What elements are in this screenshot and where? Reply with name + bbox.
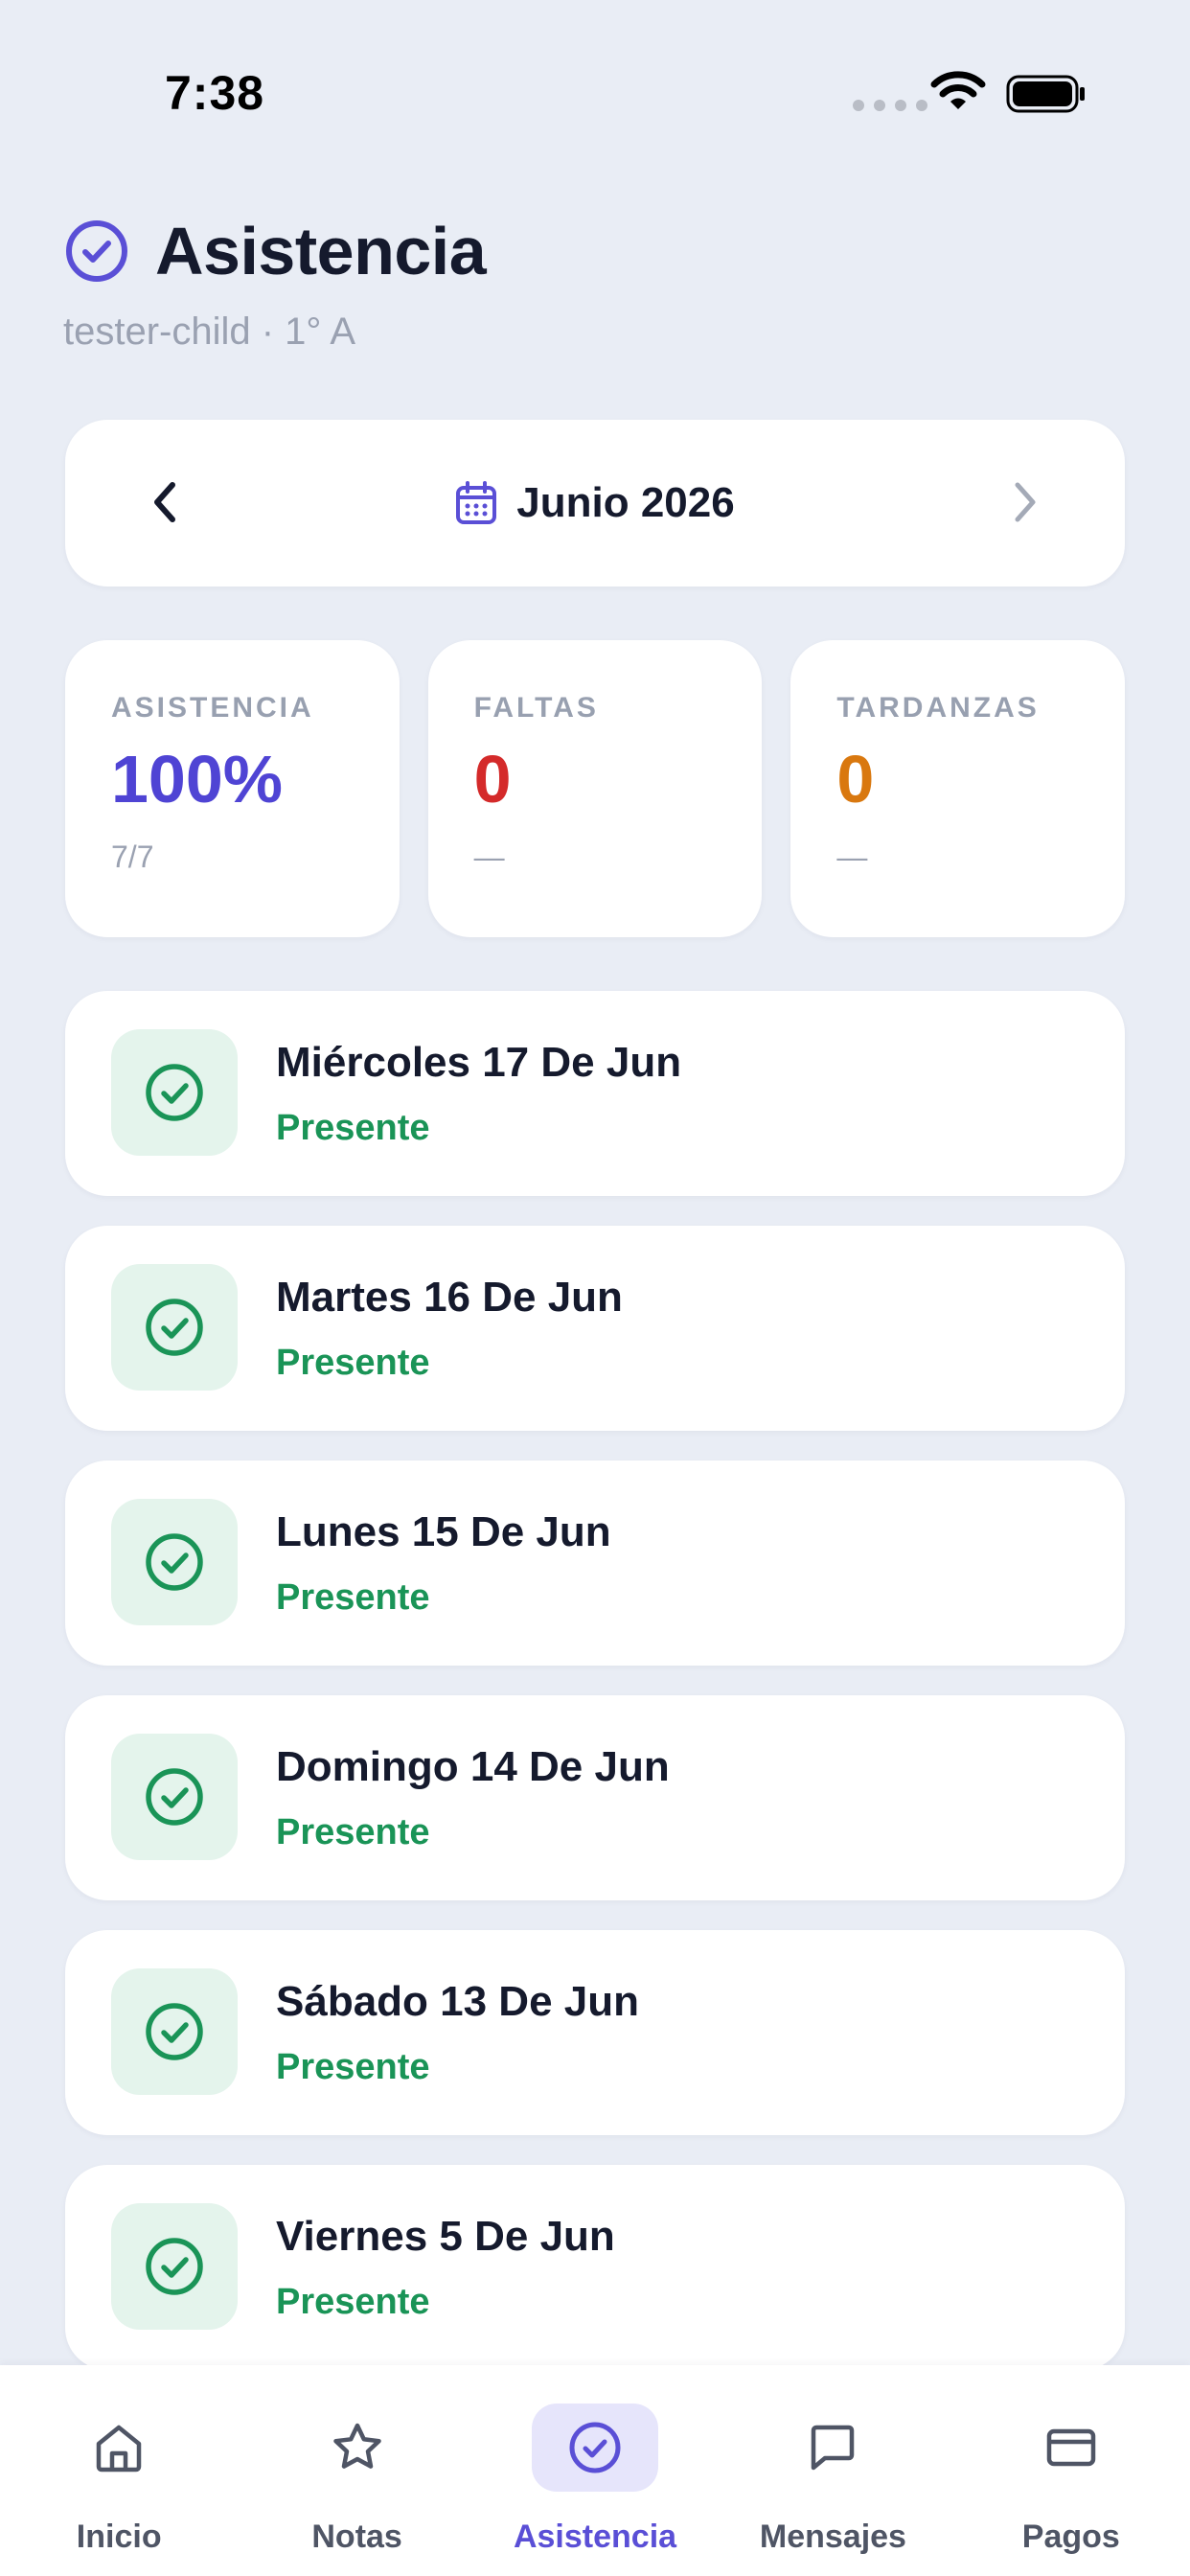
signal-icon (853, 100, 927, 111)
page-header: Asistencia tester-child · 1° A (63, 213, 1127, 354)
attendance-date: Miércoles 17 De Jun (276, 1039, 682, 1086)
home-icon (96, 2425, 142, 2472)
message-icon (812, 2425, 855, 2471)
tab-label: Notas (311, 2518, 402, 2555)
attendance-item[interactable]: Martes 16 De Jun Presente (65, 1226, 1125, 1431)
present-badge (111, 1499, 238, 1625)
month-selector: Junio 2026 (65, 420, 1125, 586)
tab-icon (769, 2404, 896, 2492)
attendance-status: Presente (276, 1812, 430, 1852)
stat-sub: 7/7 (111, 840, 154, 874)
previous-month-button[interactable] (126, 464, 203, 540)
attendance-status: Presente (276, 1577, 430, 1618)
tab-label: Asistencia (513, 2518, 677, 2555)
check-circle-icon (146, 1299, 203, 1356)
status-bar: 7:38 (0, 0, 1190, 144)
present-badge (111, 2203, 238, 2330)
page-subtitle: tester-child · 1° A (63, 310, 355, 353)
tab-mensajes[interactable]: Mensajes (714, 2365, 951, 2576)
check-circle-icon (569, 2422, 621, 2473)
attendance-list: Miércoles 17 De Jun Presente Martes 16 D… (65, 991, 1125, 2400)
stat-sub: — (836, 840, 868, 874)
tab-bar: Inicio Notas Asistencia Mensajes Pagos (0, 2365, 1190, 2576)
attendance-item[interactable]: Miércoles 17 De Jun Presente (65, 991, 1125, 1196)
attendance-status: Presente (276, 1108, 430, 1148)
attendance-item[interactable]: Domingo 14 De Jun Presente (65, 1695, 1125, 1900)
tab-label: Mensajes (759, 2518, 906, 2555)
present-badge (111, 1029, 238, 1156)
stat-card-attendance: ASISTENCIA 100% 7/7 (65, 640, 400, 937)
tab-icon (56, 2404, 182, 2492)
check-circle-icon (146, 2238, 203, 2295)
stats-row: ASISTENCIA 100% 7/7 FALTAS 0 — TARDANZAS… (65, 640, 1126, 937)
stat-label: TARDANZAS (836, 692, 1040, 724)
check-circle-icon (146, 1768, 203, 1826)
star-icon (332, 2423, 381, 2469)
present-badge (111, 1968, 238, 2095)
present-badge (111, 1734, 238, 1860)
stat-label: FALTAS (473, 692, 599, 724)
stat-value: 0 (836, 742, 875, 816)
chevron-right-icon (1015, 482, 1036, 522)
stat-label: ASISTENCIA (111, 692, 314, 724)
next-month-button[interactable] (987, 464, 1064, 540)
stat-card-absences: FALTAS 0 — (427, 640, 763, 937)
tab-icon (294, 2404, 421, 2492)
present-badge (111, 1264, 238, 1391)
month-label: Junio 2026 (516, 479, 735, 526)
stat-value: 100% (111, 742, 284, 816)
stat-card-tardies: TARDANZAS 0 — (790, 640, 1126, 937)
status-time: 7:38 (165, 66, 265, 120)
check-circle-icon (146, 1533, 203, 1591)
title-row: Asistencia (63, 213, 1127, 289)
tab-pagos[interactable]: Pagos (952, 2365, 1190, 2576)
attendance-date: Sábado 13 De Jun (276, 1978, 640, 2025)
check-circle-icon (146, 1064, 203, 1121)
attendance-status: Presente (276, 2282, 430, 2322)
check-circle-icon (146, 2003, 203, 2060)
tab-notas[interactable]: Notas (238, 2365, 475, 2576)
tab-asistencia[interactable]: Asistencia (476, 2365, 714, 2576)
chevron-left-icon (154, 482, 175, 522)
tab-inicio[interactable]: Inicio (0, 2365, 238, 2576)
page-title: Asistencia (155, 214, 487, 288)
tab-label: Pagos (1021, 2518, 1120, 2555)
calendar-icon (456, 481, 497, 524)
stat-sub: — (473, 840, 505, 874)
attendance-date: Lunes 15 De Jun (276, 1508, 611, 1555)
attendance-status: Presente (276, 1343, 430, 1383)
stat-value: 0 (473, 742, 512, 816)
wifi-icon (930, 71, 986, 109)
attendance-status: Presente (276, 2047, 430, 2087)
attendance-item[interactable]: Lunes 15 De Jun Presente (65, 1460, 1125, 1666)
attendance-date: Viernes 5 De Jun (276, 2213, 615, 2260)
attendance-date: Martes 16 De Jun (276, 1274, 623, 1321)
month-display: Junio 2026 (65, 420, 1125, 586)
attendance-item[interactable]: Sábado 13 De Jun Presente (65, 1930, 1125, 2135)
attendance-date: Domingo 14 De Jun (276, 1743, 670, 1790)
card-icon (1046, 2428, 1096, 2467)
tab-icon (1008, 2404, 1134, 2492)
battery-icon (1006, 75, 1085, 113)
check-circle-icon (66, 220, 127, 282)
tab-icon (532, 2404, 659, 2492)
tab-label: Inicio (76, 2518, 162, 2555)
attendance-item[interactable]: Viernes 5 De Jun Presente (65, 2165, 1125, 2370)
screen: 7:38 Asistencia tester-child · 1° A Juni… (0, 0, 1190, 2576)
